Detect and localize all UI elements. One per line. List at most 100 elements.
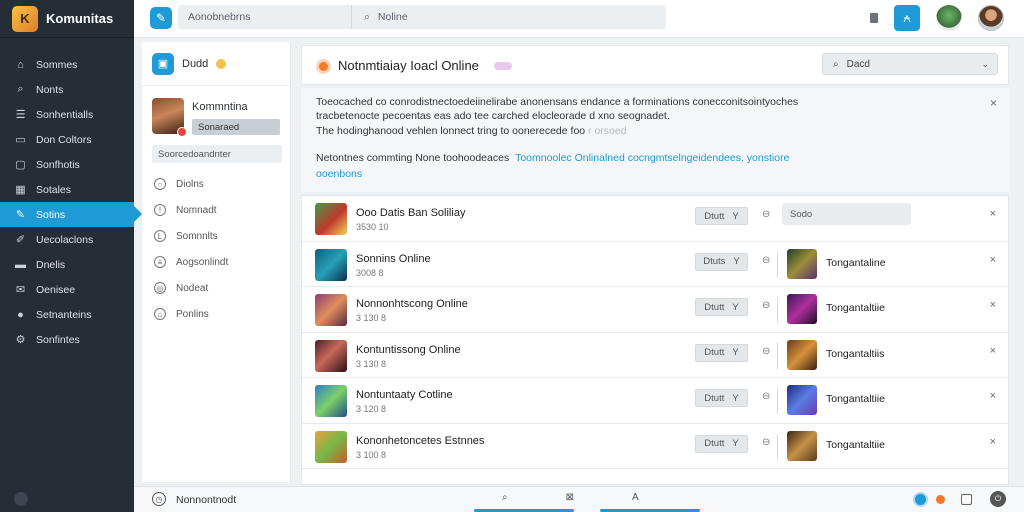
sidebar-item[interactable]: ▢ Sonfhotis <box>0 152 134 177</box>
clock-icon[interactable]: ◷ <box>152 492 166 506</box>
sidebar-item[interactable]: ▭ Don Coltors <box>0 127 134 152</box>
row-button-label: Dtutt <box>704 301 725 313</box>
mascot-icon[interactable] <box>936 5 962 31</box>
row-title[interactable]: Sonnins Online <box>356 253 431 265</box>
close-icon[interactable]: × <box>990 436 996 448</box>
brand[interactable]: K Komunitas <box>0 0 134 38</box>
close-icon[interactable]: × <box>990 208 996 220</box>
window-icon[interactable] <box>961 493 972 505</box>
sidebar-item[interactable]: ▬ Dnelis <box>0 252 134 277</box>
sidebar-item[interactable]: ⚙ Sonfintes <box>0 327 134 352</box>
row-subtitle: 3008 8 <box>356 267 384 278</box>
close-icon[interactable]: × <box>990 390 996 402</box>
power-icon[interactable]: ⏻ <box>990 491 1006 507</box>
profile-card[interactable]: Kommntina Sonaraed <box>142 86 290 137</box>
member-avatar <box>787 385 817 415</box>
user-avatar[interactable] <box>978 5 1004 31</box>
notice-link[interactable]: Toomnoolec Onlinalned cocngmtselngeidend… <box>515 152 789 164</box>
close-icon[interactable]: × <box>990 299 996 311</box>
secondary-filter-field[interactable]: Soorcedoandnter <box>152 145 282 163</box>
secondary-list-item[interactable]: L Somnnlts <box>142 223 290 249</box>
sidebar-item[interactable]: ☰ Sonhentialls <box>0 102 134 127</box>
row-input[interactable]: Sodo <box>782 203 911 225</box>
sync-icon[interactable] <box>913 491 928 507</box>
secondary-list-item[interactable]: ⌂ Ponlins <box>142 301 290 327</box>
list-row[interactable]: Nonnonhtscong Online 3 130 8 Dtutt Y ⊖ Tongan… <box>302 287 1008 333</box>
row-subtitle: 3 100 8 <box>356 449 387 460</box>
secondary-header: ▣ Dudd <box>142 42 290 86</box>
row-title[interactable]: Kontuntissong Online <box>356 344 461 356</box>
row-dropdown-button[interactable]: Dtutt Y <box>695 343 748 362</box>
global-search[interactable]: Aonobnebrns ⌕ Noline <box>178 5 666 29</box>
community-thumbnail[interactable] <box>315 385 347 417</box>
community-thumbnail[interactable] <box>315 203 347 235</box>
lock-icon[interactable]: ⊖ <box>762 346 770 357</box>
row-title[interactable]: Ooo Datis Ban Soliliay <box>356 207 465 219</box>
bookmark-icon[interactable] <box>870 13 878 23</box>
lock-icon[interactable]: ⊖ <box>762 437 770 448</box>
close-icon[interactable]: × <box>990 345 996 357</box>
list-row[interactable]: Kontuntissong Online 3 130 8 Dtutt Y ⊖ Tongan… <box>302 333 1008 378</box>
row-dropdown-button[interactable]: Dtutt Y <box>695 389 748 407</box>
notice-text: The hodinghanood vehlen lonnect tring to… <box>316 125 586 137</box>
bottom-text-icon[interactable]: A <box>632 492 639 503</box>
compose-button[interactable]: ✎ <box>150 7 172 29</box>
divider <box>777 251 778 278</box>
list-row[interactable]: Sonnins Online 3008 8 Dtuts Y ⊖ Tongantaline × <box>302 242 1008 287</box>
secondary-list-item[interactable]: ! Nomnadt <box>142 197 290 223</box>
row-dropdown-button[interactable]: Dtutt Y <box>695 207 748 225</box>
edit-icon: ✐ <box>15 234 26 246</box>
row-title[interactable]: Nonnonhtscong Online <box>356 298 468 310</box>
share-button[interactable]: ⍲ <box>894 5 920 31</box>
sidebar: K Komunitas ⌂ Sommes ⌕ Nonts ☰ Sonhentialls ▭ D… <box>0 0 142 512</box>
sidebar-item[interactable]: ⌂ Sommes <box>0 52 134 77</box>
list-row[interactable]: Ooo Datis Ban Soliliay 3530 10 Dtutt Y ⊖ Sodo… <box>302 196 1008 242</box>
profile-name: Kommntina <box>192 101 248 113</box>
sidebar-item[interactable]: ✐ Uecolaclons <box>0 227 134 252</box>
notice-link[interactable]: ooenbons <box>316 168 362 180</box>
bottom-search-icon[interactable]: ⌕ <box>502 492 508 503</box>
secondary-list-item[interactable]: ◎ Nodeat <box>142 275 290 301</box>
sidebar-item[interactable]: ▦ Sotales <box>0 177 134 202</box>
lock-icon[interactable]: ⊖ <box>762 255 770 266</box>
sidebar-item-label: Sotales <box>36 183 72 196</box>
home-icon: ⌂ <box>17 58 24 71</box>
search-scope[interactable]: Aonobnebrns <box>178 5 352 29</box>
list-icon: ☰ <box>15 109 26 121</box>
community-thumbnail[interactable] <box>315 339 347 372</box>
list-row[interactable]: Kononhetoncetes Estnnes 3 100 8 Dtutt Y ⊖ Ton… <box>302 424 1008 469</box>
row-subtitle: 3 130 8 <box>356 313 387 323</box>
close-icon[interactable]: × <box>990 254 996 266</box>
sidebar-footer-icon[interactable] <box>14 492 28 506</box>
lock-icon[interactable]: ⊖ <box>762 300 770 311</box>
sidebar-item[interactable]: ✎ Sotins <box>0 202 142 227</box>
divider <box>777 388 778 414</box>
row-title[interactable]: Nontuntaaty Cotline <box>356 389 453 401</box>
sidebar-item[interactable]: ✉ Oenisee <box>0 277 134 302</box>
secondary-list-item[interactable]: ○ Diolns <box>142 171 290 197</box>
close-icon[interactable]: × <box>990 96 997 110</box>
secondary-title: Dudd <box>182 57 209 70</box>
row-subtitle: 3 130 8 <box>356 358 387 369</box>
lock-icon[interactable]: ⊖ <box>762 209 770 220</box>
chevron-icon: Y <box>732 392 739 404</box>
bottom-image-icon[interactable]: ⊠ <box>566 492 574 503</box>
notice-text: Netontnes commting None toohoodeaces <box>316 152 510 164</box>
row-title[interactable]: Kononhetoncetes Estnnes <box>356 435 484 447</box>
row-dropdown-button[interactable]: Dtuts Y <box>695 252 748 271</box>
row-dropdown-button[interactable]: Dtutt Y <box>695 298 748 316</box>
secondary-list-item[interactable]: ≡ Aogsonlindt <box>142 249 290 275</box>
notification-badge <box>177 127 187 137</box>
profile-tag[interactable]: Sonaraed <box>192 119 280 135</box>
community-thumbnail[interactable] <box>315 430 347 463</box>
list-row[interactable]: Nontuntaaty Cotline 3 120 8 Dtutt Y ⊖ Tongant… <box>302 378 1008 424</box>
sidebar-item[interactable]: ● Setnanteins <box>0 302 134 327</box>
community-thumbnail[interactable] <box>315 294 347 326</box>
bottom-bar: ◷ Nonnontnodt ⌕ ⊠ A ⏻ <box>134 486 1024 512</box>
filter-dropdown[interactable]: ⌕ Dacd ⌄ <box>822 53 998 75</box>
lock-icon[interactable]: ⊖ <box>762 391 770 402</box>
search-input[interactable]: ⌕ Noline <box>352 5 666 29</box>
community-thumbnail[interactable] <box>315 248 347 281</box>
row-dropdown-button[interactable]: Dtutt Y <box>695 434 748 453</box>
sidebar-item[interactable]: ⌕ Nonts <box>0 77 134 102</box>
